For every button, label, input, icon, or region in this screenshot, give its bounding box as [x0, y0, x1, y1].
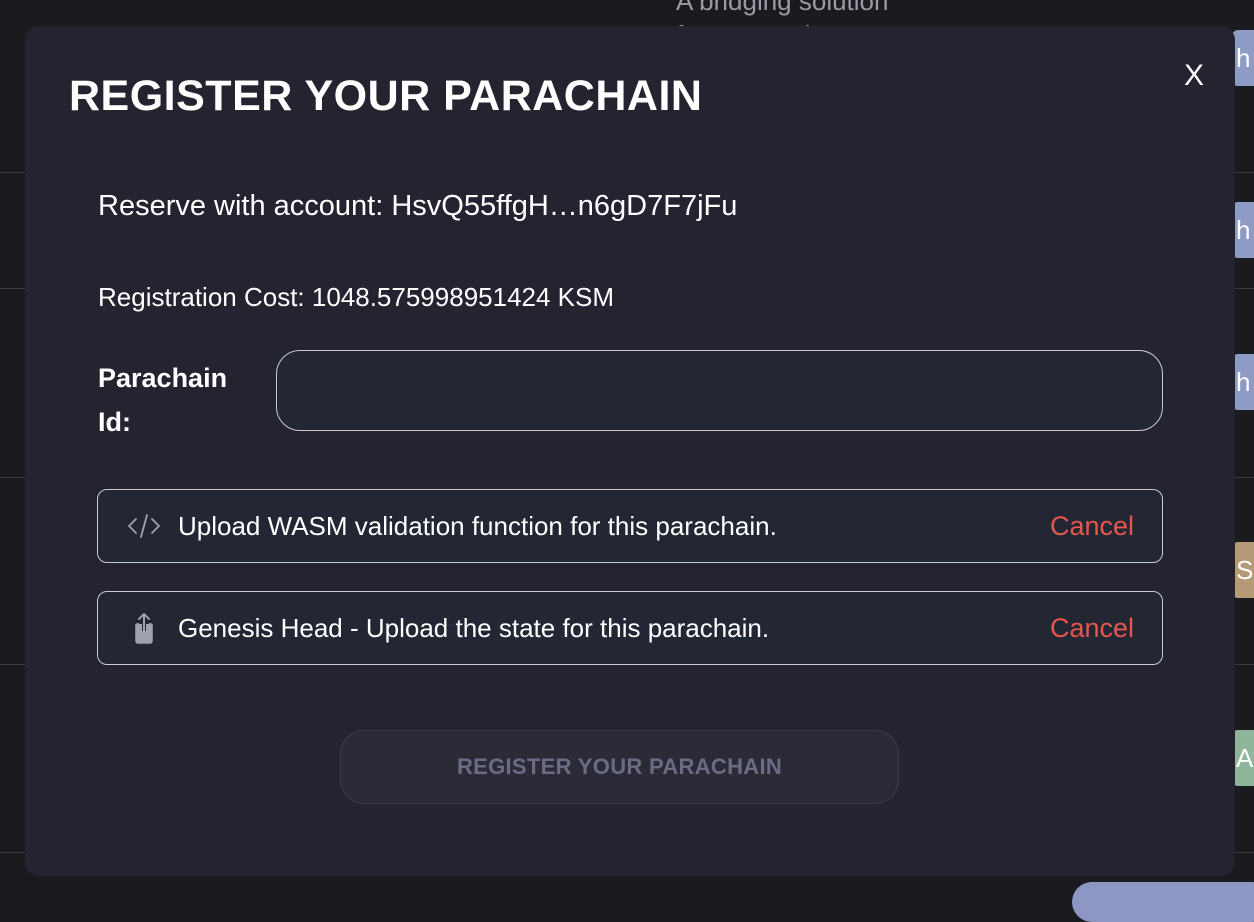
close-button[interactable]: X [1179, 58, 1209, 94]
background-chip: A [1232, 730, 1254, 786]
wasm-cancel-button[interactable]: Cancel [1050, 511, 1134, 542]
genesis-upload-row[interactable]: Genesis Head - Upload the state for this… [97, 591, 1163, 665]
wasm-upload-text: Upload WASM validation function for this… [178, 510, 777, 541]
background-chip: Sl [1232, 542, 1254, 598]
background-text: A bridging solution [676, 0, 889, 16]
background-chip: h [1232, 354, 1254, 410]
genesis-upload-text: Genesis Head - Upload the state for this… [178, 612, 770, 643]
background-chip: h [1232, 202, 1254, 258]
upload-share-icon [126, 611, 166, 645]
modal-title: REGISTER YOUR PARACHAIN [69, 72, 703, 120]
registration-cost-text: Registration Cost: 1048.575998951424 KSM [98, 282, 615, 312]
background-chip: h [1232, 30, 1254, 86]
register-parachain-button[interactable]: REGISTER YOUR PARACHAIN [340, 730, 899, 804]
code-icon [126, 512, 166, 540]
genesis-cancel-button[interactable]: Cancel [1050, 613, 1134, 644]
reserve-account-text: Reserve with account: HsvQ55ffgH…n6gD7F7… [98, 190, 738, 222]
wasm-upload-row[interactable]: Upload WASM validation function for this… [97, 489, 1163, 563]
parachain-id-input[interactable] [276, 350, 1163, 431]
parachain-id-label: Parachain Id: [98, 363, 228, 437]
register-parachain-modal: REGISTER YOUR PARACHAIN X Reserve with a… [25, 26, 1235, 876]
background-button [1072, 882, 1254, 922]
